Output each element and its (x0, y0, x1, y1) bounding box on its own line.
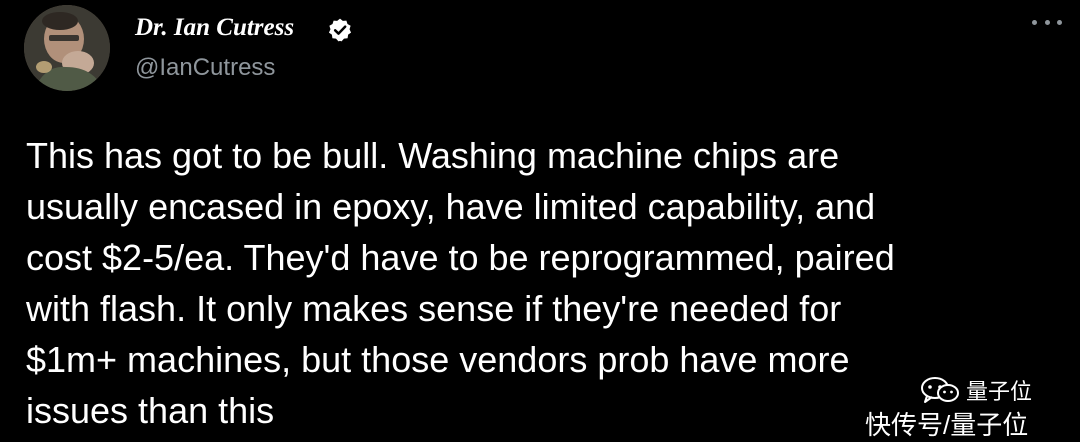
avatar[interactable] (24, 5, 110, 91)
more-dot (1057, 19, 1062, 25)
tweet-card: Dr. Ian Cutress @IanCutress This has got… (0, 0, 1080, 440)
watermark-credit: 快传号/量子位 (865, 410, 1029, 440)
wechat-icon (921, 377, 959, 403)
more-dot (1032, 19, 1037, 25)
avatar-photo (24, 5, 110, 91)
tweet-text-line: with flash. It only makes sense if they'… (26, 288, 842, 329)
tweet-text: This has got to be bull. Washing machine… (26, 130, 1066, 436)
tweet-text-line: $1m+ machines, but those vendors prob ha… (26, 339, 850, 380)
watermark: 量子位 (920, 374, 1032, 406)
watermark-account-name: 量子位 (966, 379, 1033, 404)
verified-badge-icon (328, 18, 352, 42)
tweet-text-line: cost $2-5/ea. They'd have to be reprogra… (26, 237, 895, 278)
tweet-text-line: usually encased in epoxy, have limited c… (26, 186, 876, 227)
more-options-icon[interactable] (1032, 16, 1062, 28)
tweet-text-line: This has got to be bull. Washing machine… (26, 135, 840, 176)
more-dot (1044, 19, 1050, 25)
author-name[interactable]: Dr. Ian Cutress (135, 14, 294, 42)
author-handle[interactable]: @IanCutress (135, 54, 275, 82)
